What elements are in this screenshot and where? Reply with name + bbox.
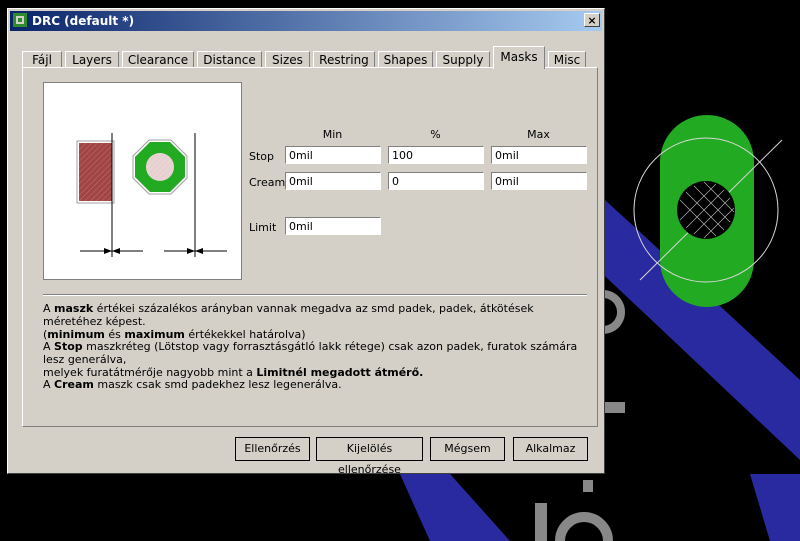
smd-pad: [79, 143, 112, 201]
mask-preview: [43, 82, 242, 280]
check-selection-button[interactable]: Kijelölés ellenőrzése: [316, 437, 423, 476]
close-icon: ×: [587, 14, 597, 27]
desc-bold: maszk: [54, 302, 94, 315]
tab-restring[interactable]: Restring: [313, 51, 375, 68]
desc-text: A: [43, 378, 55, 391]
tab-misc[interactable]: Misc: [548, 51, 586, 68]
description-paragraph-1: A maszk értékei százalékos arányban vann…: [43, 302, 593, 341]
masks-panel: Min % Max Stop Cream Limit A maszk érték…: [22, 67, 598, 427]
tab-fajl[interactable]: Fájl: [22, 51, 62, 68]
mask-preview-drawing: [76, 133, 227, 257]
tab-supply[interactable]: Supply: [436, 51, 490, 68]
desc-text: A: [43, 340, 55, 353]
drc-dialog: DRC (default *) × Fájl Layers Clearance …: [7, 8, 605, 476]
check-button[interactable]: Ellenőrzés: [235, 437, 310, 461]
cancel-button[interactable]: Mégsem: [430, 437, 505, 461]
desc-bold: Cream: [54, 378, 94, 391]
limit-label: Limit: [249, 221, 277, 234]
desc-text: maszk csak smd padekhez lesz legenerálva…: [93, 378, 342, 391]
desc-bold: Stop: [54, 340, 83, 353]
tab-shapes[interactable]: Shapes: [378, 51, 433, 68]
description-paragraph-2: A Stop maszkréteg (Lötstop vagy forraszt…: [43, 340, 593, 379]
stop-percent-input[interactable]: [388, 146, 484, 164]
pcb-label-fragment: [605, 402, 625, 413]
limit-input[interactable]: [285, 217, 381, 235]
tab-masks[interactable]: Masks: [493, 46, 545, 69]
apply-button[interactable]: Alkalmaz: [513, 437, 588, 461]
cream-percent-input[interactable]: [388, 172, 484, 190]
desc-text: maszkréteg (Lötstop vagy forrasztásgátló…: [43, 340, 578, 366]
title-bar[interactable]: DRC (default *) ×: [10, 11, 602, 31]
window-title: DRC (default *): [32, 14, 135, 28]
stop-max-input[interactable]: [491, 146, 587, 164]
tab-distance[interactable]: Distance: [197, 51, 262, 68]
pcb-label-fragment: [583, 480, 593, 492]
pcb-label-fragment: [535, 503, 547, 541]
stop-label: Stop: [249, 150, 275, 163]
cream-min-input[interactable]: [285, 172, 381, 190]
via-drill-hole: [677, 181, 735, 239]
divider: [43, 294, 587, 296]
description-paragraph-3: A Cream maszk csak smd padekhez lesz leg…: [43, 378, 593, 391]
tab-clearance[interactable]: Clearance: [122, 51, 194, 68]
stop-min-input[interactable]: [285, 146, 381, 164]
tab-layers[interactable]: Layers: [65, 51, 119, 68]
cream-max-input[interactable]: [491, 172, 587, 190]
column-max-label: Max: [527, 128, 550, 141]
column-percent-label: %: [430, 128, 441, 141]
cream-label: Cream: [249, 176, 286, 189]
close-button[interactable]: ×: [584, 13, 600, 27]
tab-sizes[interactable]: Sizes: [265, 51, 310, 68]
desc-text: A: [43, 302, 55, 315]
column-min-label: Min: [322, 128, 343, 141]
app-icon: [13, 13, 27, 27]
desc-text: értékei százalékos arányban vannak megad…: [43, 302, 534, 328]
